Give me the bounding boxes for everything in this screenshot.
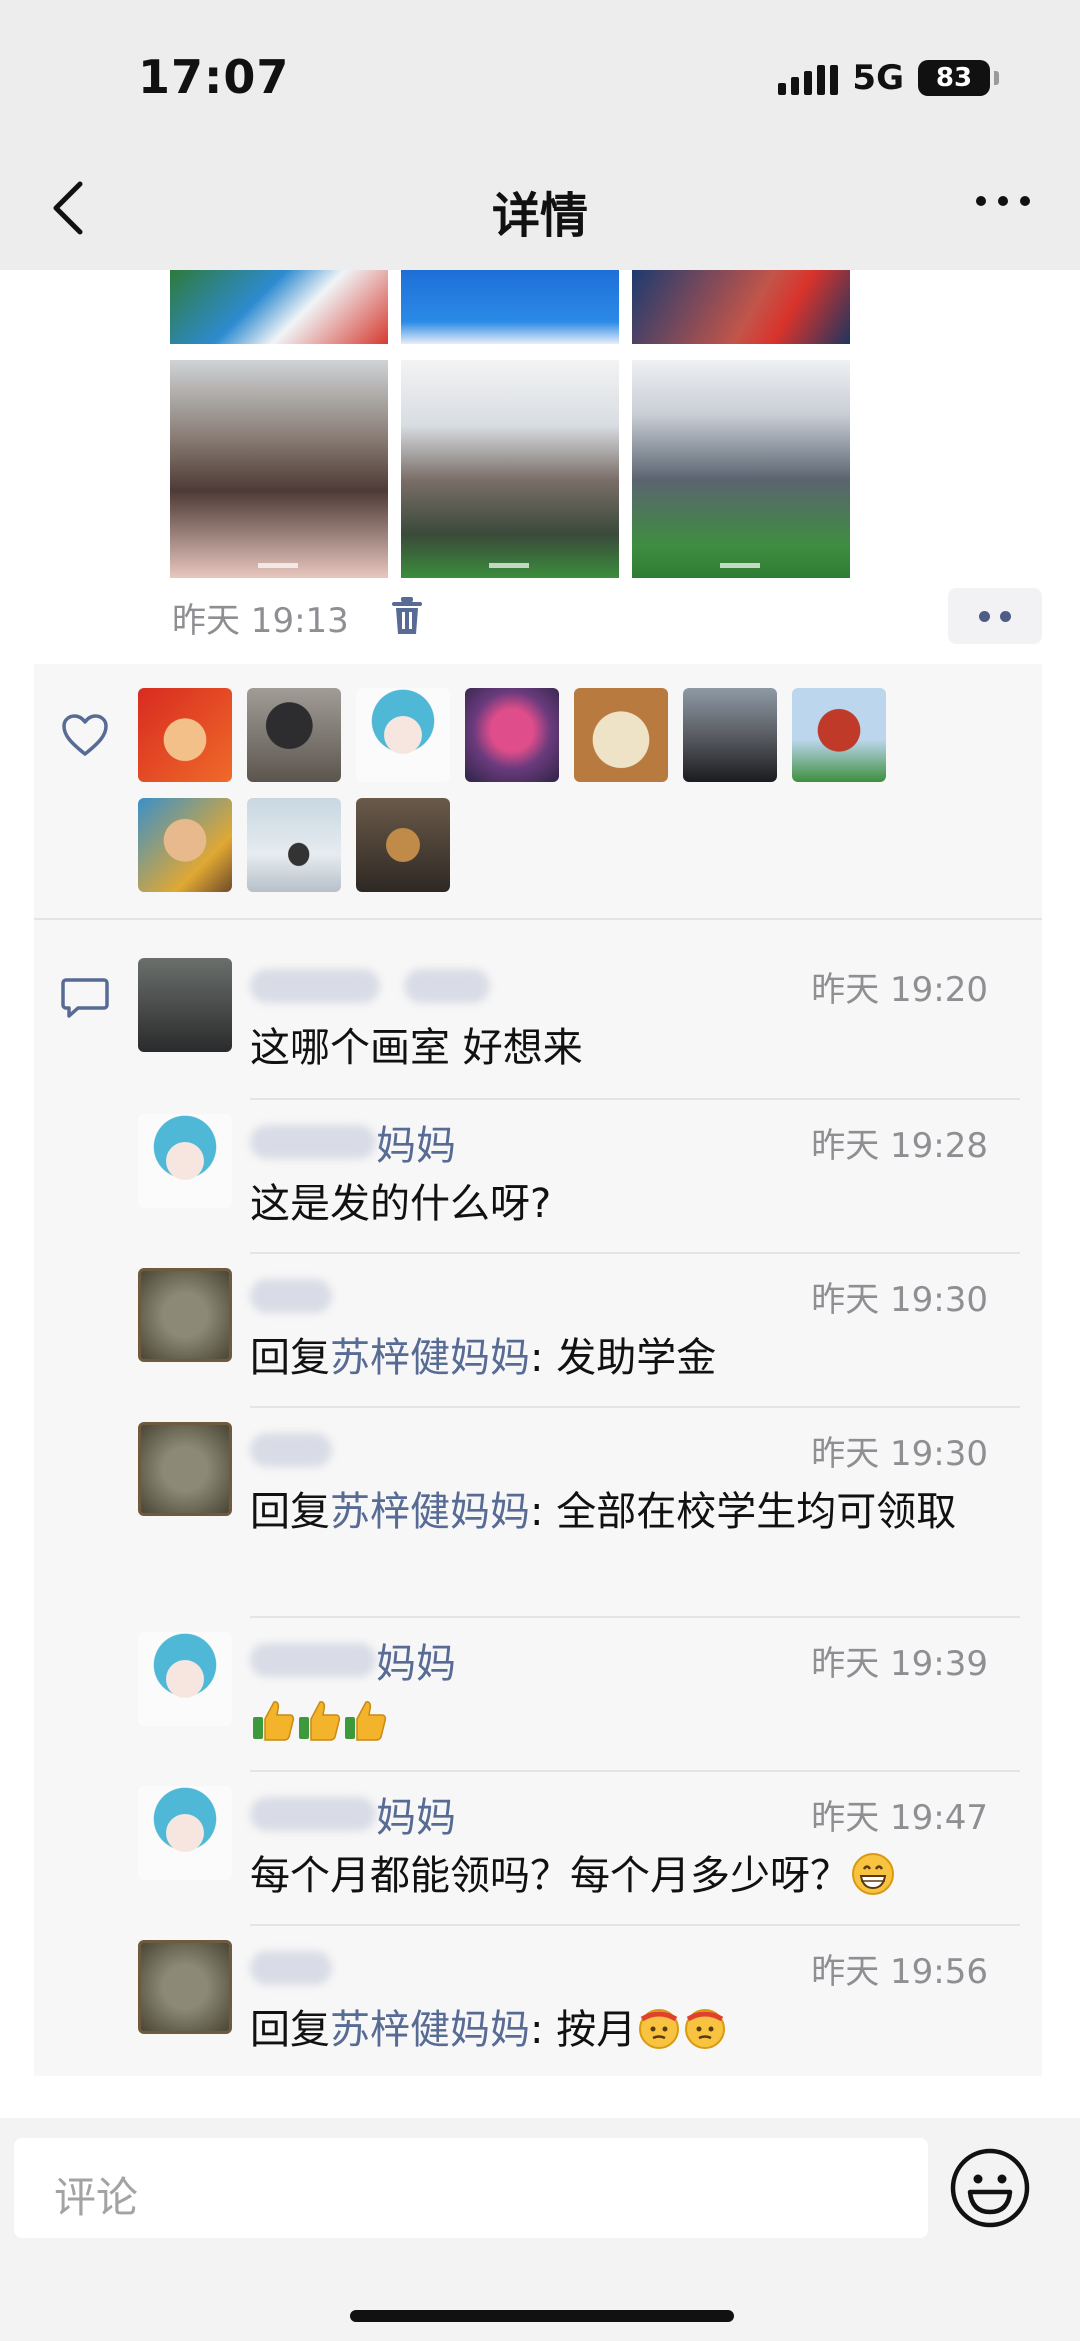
- signal-icon: [778, 61, 839, 95]
- comment-separator: [250, 1252, 1020, 1254]
- avatar[interactable]: [138, 1940, 232, 2034]
- avatar-3[interactable]: [356, 688, 450, 782]
- comment-time: 昨天 19:30: [811, 1280, 988, 1320]
- comment-time: 昨天 19:30: [811, 1434, 988, 1474]
- comment-item[interactable]: 昨天 19:30 回复苏梓健妈妈: 发助学金: [138, 1268, 1018, 1381]
- battery-icon: 83: [918, 60, 999, 96]
- photo-3[interactable]: [632, 270, 850, 344]
- avatar[interactable]: [138, 1114, 232, 1208]
- photo-6[interactable]: [632, 360, 850, 578]
- avatar[interactable]: [138, 1422, 232, 1516]
- battery-level: 83: [935, 63, 973, 93]
- comment-separator: [250, 1924, 1020, 1926]
- comment-text: 回复苏梓健妈妈: 按月: [250, 2002, 990, 2058]
- page-title: 详情: [491, 188, 588, 244]
- comment-item[interactable]: 昨天 19:20 这哪个画室 好想来: [138, 958, 1018, 1071]
- avatar-8[interactable]: [138, 798, 232, 892]
- comment-time: 昨天 19:20: [811, 970, 988, 1010]
- avatar[interactable]: [138, 1268, 232, 1362]
- comment-author[interactable]: [250, 960, 490, 1012]
- reply-target[interactable]: 苏梓健妈妈: [330, 1489, 530, 1535]
- top-bar: 17:07 5G 83 详情: [0, 0, 1080, 270]
- avatar-10[interactable]: [356, 798, 450, 892]
- comment-item[interactable]: 妈妈 昨天 19:28 这是发的什么呀?: [138, 1114, 1018, 1227]
- reply-target[interactable]: 苏梓健妈妈: [330, 2007, 530, 2053]
- comment-time: 昨天 19:39: [811, 1644, 988, 1684]
- comment-text: 这是发的什么呀?: [250, 1181, 552, 1227]
- thumbs-up-emoji-icon: [345, 1701, 387, 1741]
- comment-author[interactable]: [250, 1424, 332, 1476]
- avatar-4[interactable]: [465, 688, 559, 782]
- comment-author[interactable]: 妈妈: [250, 1788, 456, 1841]
- comment-separator: [250, 1098, 1020, 1100]
- avatar-1[interactable]: [138, 688, 232, 782]
- comment-separator: [250, 1406, 1020, 1408]
- post-timestamp: 昨天 19:13: [172, 601, 349, 641]
- comment-placeholder: 评论: [54, 2173, 139, 2222]
- comment-item[interactable]: 昨天 19:30 回复苏梓健妈妈: 全部在校学生均可领取: [138, 1422, 1018, 1582]
- avatar-9[interactable]: [247, 798, 341, 892]
- comment-time: 昨天 19:28: [811, 1126, 988, 1166]
- photo-2[interactable]: [401, 270, 619, 344]
- thumbs-up-emoji-icon: [253, 1701, 295, 1741]
- heart-icon: [62, 714, 108, 756]
- comment-time: 昨天 19:47: [811, 1798, 988, 1838]
- thumbs-up-emoji-icon: [299, 1701, 341, 1741]
- divider: [34, 918, 1042, 920]
- trash-icon[interactable]: [390, 596, 424, 636]
- reply-target[interactable]: 苏梓健妈妈: [330, 1335, 530, 1381]
- avatar[interactable]: [138, 1632, 232, 1726]
- comment-bubble-icon: [61, 978, 109, 1018]
- comment-separator: [250, 1770, 1020, 1772]
- comment-text: [250, 1694, 990, 1750]
- avatar-7[interactable]: [792, 688, 886, 782]
- like-comment-menu-button[interactable]: [948, 588, 1042, 644]
- more-dots-icon[interactable]: [976, 196, 1030, 206]
- avatar[interactable]: [138, 958, 232, 1052]
- grinning-emoji-icon: [852, 1853, 894, 1895]
- photo-4[interactable]: [170, 360, 388, 578]
- smiley-icon[interactable]: [948, 2146, 1032, 2230]
- avatar-6[interactable]: [683, 688, 777, 782]
- photo-5[interactable]: [401, 360, 619, 578]
- comment-item[interactable]: 妈妈 昨天 19:39: [138, 1632, 1018, 1741]
- comment-item[interactable]: 昨天 19:56 回复苏梓健妈妈: 按月: [138, 1940, 1018, 2053]
- comment-separator: [250, 1616, 1020, 1618]
- comment-input[interactable]: 评论: [14, 2138, 928, 2238]
- comment-time: 昨天 19:56: [811, 1952, 988, 1992]
- avatar-5[interactable]: [574, 688, 668, 782]
- home-indicator: [350, 2310, 734, 2322]
- comment-author[interactable]: 妈妈: [250, 1116, 456, 1169]
- photo-1[interactable]: [170, 270, 388, 344]
- comment-item[interactable]: 妈妈 昨天 19:47 每个月都能领吗？每个月多少呀？: [138, 1786, 1018, 1899]
- comment-text: 回复苏梓健妈妈: 发助学金: [250, 1335, 717, 1381]
- avatar[interactable]: [138, 1786, 232, 1880]
- comment-author[interactable]: 妈妈: [250, 1634, 456, 1687]
- avatar-2[interactable]: [247, 688, 341, 782]
- status-time: 17:07: [138, 50, 290, 104]
- comment-text: 这哪个画室 好想来: [250, 1025, 583, 1071]
- salute-emoji-icon: [685, 2009, 726, 2049]
- salute-emoji-icon: [639, 2009, 680, 2049]
- status-indicators: 5G 83: [778, 58, 999, 98]
- interaction-panel: 昨天 19:20 这哪个画室 好想来 妈妈 昨天 19:28 这是发的什么呀? …: [34, 664, 1042, 2076]
- comment-author[interactable]: [250, 1942, 332, 1994]
- comment-text: 每个月都能领吗？每个月多少呀？: [250, 1848, 990, 1904]
- comment-text: 回复苏梓健妈妈: 全部在校学生均可领取: [250, 1489, 957, 1535]
- comment-composer: 评论: [0, 2118, 1080, 2341]
- comment-author[interactable]: [250, 1270, 332, 1322]
- network-type: 5G: [852, 58, 904, 98]
